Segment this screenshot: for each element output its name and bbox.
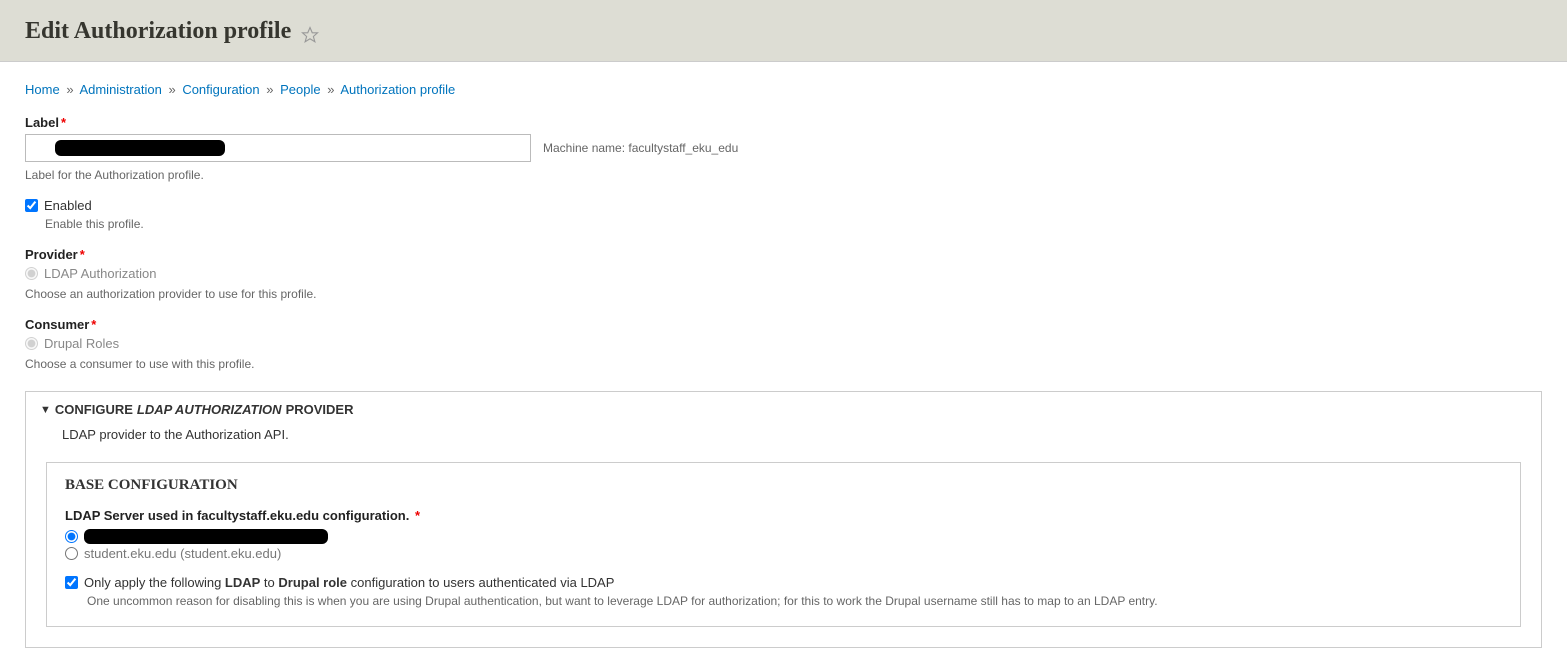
provider-details-toggle[interactable]: ▼ CONFIGURE LDAP AUTHORIZATION PROVIDER xyxy=(40,402,1527,417)
required-marker: * xyxy=(415,508,420,523)
breadcrumb-sep: » xyxy=(168,82,175,97)
toggle-suffix: PROVIDER xyxy=(286,402,354,417)
server-option-label-2: student.eku.edu (student.eku.edu) xyxy=(84,546,281,561)
field-enabled: Enabled Enable this profile. xyxy=(25,198,1542,231)
breadcrumb-configuration[interactable]: Configuration xyxy=(182,82,259,97)
server-radio-student[interactable] xyxy=(65,547,78,560)
consumer-label-text: Consumer xyxy=(25,317,89,332)
only-apply-checkbox[interactable] xyxy=(65,576,78,589)
provider-label: Provider* xyxy=(25,247,1542,262)
only-apply-mid: to xyxy=(260,575,278,590)
enabled-description: Enable this profile. xyxy=(45,217,1542,231)
only-apply-row: Only apply the following LDAP to Drupal … xyxy=(65,575,1502,608)
machine-name-prefix: Machine name: xyxy=(543,141,628,155)
provider-option-label: LDAP Authorization xyxy=(44,266,157,281)
server-option-row: facultystaff.eku.edu (facultystaff.eku.e… xyxy=(65,529,1502,544)
ldap-server-label: LDAP Server used in facultystaff.eku.edu… xyxy=(65,508,1502,523)
only-apply-post: configuration to users authenticated via… xyxy=(347,575,614,590)
field-consumer: Consumer* Drupal Roles Choose a consumer… xyxy=(25,317,1542,371)
only-apply-b1: LDAP xyxy=(225,575,260,590)
consumer-option-label: Drupal Roles xyxy=(44,336,119,351)
server-radio-facultystaff[interactable] xyxy=(65,530,78,543)
breadcrumb-sep: » xyxy=(266,82,273,97)
server-option-label-1: facultystaff.eku.edu (facultystaff.eku.e… xyxy=(84,529,328,544)
provider-label-text: Provider xyxy=(25,247,78,262)
toggle-prefix: CONFIGURE xyxy=(55,402,133,417)
only-apply-description: One uncommon reason for disabling this i… xyxy=(87,594,1502,608)
provider-fieldset: ▼ CONFIGURE LDAP AUTHORIZATION PROVIDER … xyxy=(25,391,1542,648)
machine-name-value: facultystaff_eku_edu xyxy=(628,141,738,155)
consumer-description: Choose a consumer to use with this profi… xyxy=(25,357,1542,371)
consumer-label: Consumer* xyxy=(25,317,1542,332)
only-apply-label: Only apply the following LDAP to Drupal … xyxy=(84,575,614,590)
server-option-1-text: facultystaff.eku.edu (facultystaff.eku.e… xyxy=(84,529,328,544)
page-header: Edit Authorization profile xyxy=(0,0,1567,62)
label-text: Label xyxy=(25,115,59,130)
enabled-checkbox[interactable] xyxy=(25,199,38,212)
breadcrumb-sep: » xyxy=(66,82,73,97)
breadcrumb-sep: » xyxy=(327,82,334,97)
required-marker: * xyxy=(91,317,96,332)
breadcrumb: Home » Administration » Configuration » … xyxy=(25,82,1542,97)
breadcrumb-authorization-profile[interactable]: Authorization profile xyxy=(340,82,455,97)
provider-section-description: LDAP provider to the Authorization API. xyxy=(62,427,1527,442)
breadcrumb-administration[interactable]: Administration xyxy=(79,82,161,97)
consumer-radio-drupal-roles xyxy=(25,337,38,350)
triangle-down-icon: ▼ xyxy=(40,404,51,416)
toggle-italic: LDAP AUTHORIZATION xyxy=(137,402,282,417)
breadcrumb-people[interactable]: People xyxy=(280,82,320,97)
provider-radio-ldap xyxy=(25,267,38,280)
label-label: Label* xyxy=(25,115,1542,130)
server-option-row: student.eku.edu (student.eku.edu) xyxy=(65,546,1502,561)
provider-description: Choose an authorization provider to use … xyxy=(25,287,1542,301)
machine-name: Machine name: facultystaff_eku_edu xyxy=(543,141,738,155)
star-icon[interactable] xyxy=(301,26,319,44)
ldap-server-label-text: LDAP Server used in facultystaff.eku.edu… xyxy=(65,508,409,523)
content-area: Home » Administration » Configuration » … xyxy=(0,62,1567,668)
only-apply-b2: Drupal role xyxy=(278,575,347,590)
field-label: Label* Machine name: facultystaff_eku_ed… xyxy=(25,115,1542,182)
required-marker: * xyxy=(61,115,66,130)
breadcrumb-home[interactable]: Home xyxy=(25,82,60,97)
field-provider: Provider* LDAP Authorization Choose an a… xyxy=(25,247,1542,301)
base-config-legend: BASE CONFIGURATION xyxy=(65,477,1502,494)
page-title: Edit Authorization profile xyxy=(25,18,291,45)
required-marker: * xyxy=(80,247,85,262)
enabled-label: Enabled xyxy=(44,198,92,213)
label-description: Label for the Authorization profile. xyxy=(25,168,1542,182)
only-apply-pre: Only apply the following xyxy=(84,575,225,590)
label-input[interactable] xyxy=(25,134,531,162)
base-config-fieldset: BASE CONFIGURATION LDAP Server used in f… xyxy=(46,462,1521,627)
